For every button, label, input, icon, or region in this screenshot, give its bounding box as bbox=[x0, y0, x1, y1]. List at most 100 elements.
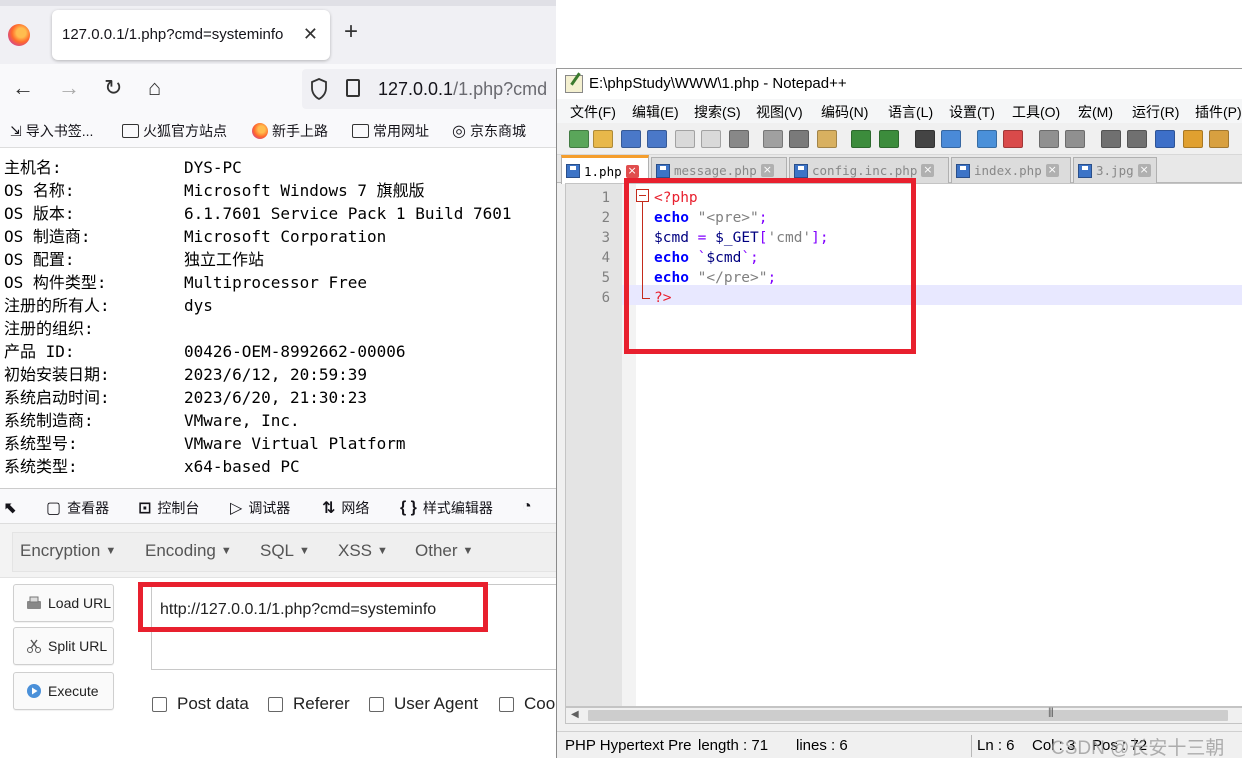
sync-h-icon[interactable] bbox=[1065, 130, 1085, 148]
zoom-in-icon[interactable] bbox=[977, 130, 997, 148]
menu-sql[interactable]: SQL ▼ bbox=[260, 541, 310, 561]
reload-icon[interactable]: ↻ bbox=[104, 76, 122, 100]
bookmark-jd[interactable]: ◎ 京东商城 bbox=[452, 121, 526, 141]
line-number: 5 bbox=[601, 270, 610, 286]
address-text: 127.0.0.1/1.php?cmd bbox=[378, 79, 547, 100]
browser-tab-active[interactable]: 127.0.0.1/1.php?cmd=systeminfo ✕ bbox=[52, 10, 330, 60]
checkbox-label: Referer bbox=[293, 694, 350, 713]
pick-element-icon[interactable]: ⬉ bbox=[4, 498, 17, 518]
sync-v-icon[interactable] bbox=[1039, 130, 1059, 148]
zoom-out-icon[interactable] bbox=[1003, 130, 1023, 148]
paste-icon[interactable] bbox=[817, 130, 837, 148]
shield-icon[interactable] bbox=[310, 78, 328, 100]
npp-menu-item[interactable]: 搜索(S) bbox=[694, 102, 741, 122]
firefox-logo-icon[interactable] bbox=[8, 24, 30, 46]
npp-title: E:\phpStudy\WWW\1.php - Notepad++ bbox=[589, 75, 847, 92]
close-icon[interactable]: × bbox=[625, 164, 639, 178]
npp-menu-item[interactable]: 视图(V) bbox=[756, 102, 803, 122]
sysinfo-key: OS 名称: bbox=[4, 181, 75, 200]
new-file-icon[interactable] bbox=[569, 130, 589, 148]
bookmark-import[interactable]: ⇲ 导入书签... bbox=[10, 121, 93, 141]
save-all-icon[interactable] bbox=[647, 130, 667, 148]
bookmark-getting-started[interactable]: 新手上路 bbox=[252, 121, 328, 141]
bookmark-label: 导入书签... bbox=[25, 123, 94, 139]
scroll-left-icon[interactable]: ◀ bbox=[571, 709, 579, 720]
bookmark-common-sites[interactable]: 常用网址 bbox=[352, 121, 429, 141]
bookmark-firefox-site[interactable]: 火狐官方站点 bbox=[122, 121, 227, 141]
tab-style-editor[interactable]: { } 样式编辑器 bbox=[400, 498, 493, 518]
tab-console[interactable]: ⊡ 控制台 bbox=[138, 498, 199, 518]
sysinfo-value: 6.1.7601 Service Pack 1 Build 7601 bbox=[184, 204, 512, 223]
indent-guide-icon[interactable] bbox=[1155, 130, 1175, 148]
find-icon[interactable] bbox=[915, 130, 935, 148]
post-data-checkbox[interactable]: Post data bbox=[152, 694, 249, 714]
checkbox-box bbox=[268, 696, 283, 712]
npp-menu-item[interactable]: 宏(M) bbox=[1078, 102, 1113, 122]
home-icon[interactable]: ⌂ bbox=[148, 76, 161, 100]
inspector-icon: ▢ bbox=[46, 500, 62, 517]
menu-other[interactable]: Other ▼ bbox=[415, 541, 473, 561]
cut-icon[interactable] bbox=[763, 130, 783, 148]
print-icon[interactable] bbox=[729, 130, 749, 148]
caret-down-icon: ▼ bbox=[377, 545, 388, 557]
caret-down-icon: ▼ bbox=[105, 545, 117, 557]
bookmarks-toolbar: ⇲ 导入书签... 火狐官方站点 新手上路 常用网址 ◎ 京东商城 bbox=[0, 114, 556, 148]
referer-checkbox[interactable]: Referer bbox=[268, 694, 350, 714]
tab-3-jpg[interactable]: 3.jpg × bbox=[1073, 157, 1157, 183]
menu-encoding[interactable]: Encoding ▼ bbox=[145, 541, 232, 561]
show-all-chars-icon[interactable] bbox=[1127, 130, 1147, 148]
split-url-button[interactable]: Split URL bbox=[13, 627, 114, 665]
close-icon[interactable]: × bbox=[760, 164, 774, 177]
npp-menu-item[interactable]: 编码(N) bbox=[821, 102, 868, 122]
function-list-icon[interactable] bbox=[1209, 130, 1229, 148]
npp-menu-item[interactable]: 运行(R) bbox=[1132, 102, 1179, 122]
copy-icon[interactable] bbox=[789, 130, 809, 148]
sysinfo-key: 主机名: bbox=[4, 158, 62, 177]
sysinfo-key: 初始安装日期: bbox=[4, 365, 110, 384]
wrap-icon[interactable] bbox=[1101, 130, 1121, 148]
npp-menu-item[interactable]: 工具(O) bbox=[1012, 102, 1060, 122]
npp-menu-item[interactable]: 语言(L) bbox=[888, 102, 933, 122]
redo-icon[interactable] bbox=[879, 130, 899, 148]
close-all-icon[interactable] bbox=[701, 130, 721, 148]
red-highlight-box bbox=[138, 582, 488, 632]
doc-map-icon[interactable] bbox=[1183, 130, 1203, 148]
page-info-icon[interactable] bbox=[346, 79, 360, 97]
hackbar-menu: Encryption ▼ Encoding ▼ SQL ▼ XSS ▼ Other ▼ bbox=[0, 524, 556, 578]
performance-icon[interactable]: ◔ bbox=[522, 498, 532, 516]
user-agent-checkbox[interactable]: User Agent bbox=[369, 694, 478, 714]
replace-icon[interactable] bbox=[941, 130, 961, 148]
tab-inspector[interactable]: ▢ 查看器 bbox=[46, 498, 109, 518]
tab-index-php[interactable]: index.php × bbox=[951, 157, 1071, 183]
address-bar[interactable]: 127.0.0.1/1.php?cmd bbox=[302, 69, 556, 109]
new-tab-icon[interactable]: + bbox=[344, 20, 358, 44]
forward-icon[interactable]: → bbox=[58, 76, 80, 100]
scrollbar-thumb[interactable] bbox=[588, 710, 1228, 721]
code-editor[interactable]: 123456 <?php echo "<pre>"; $cmd = $_GET[… bbox=[565, 178, 1242, 707]
npp-menu-item[interactable]: 编辑(E) bbox=[632, 102, 679, 122]
cookies-checkbox[interactable]: Coo bbox=[499, 694, 555, 714]
npp-menu-item[interactable]: 文件(F) bbox=[570, 102, 616, 122]
close-icon[interactable]: × bbox=[921, 164, 935, 177]
menu-encryption[interactable]: Encryption ▼ bbox=[20, 541, 116, 561]
menu-xss[interactable]: XSS ▼ bbox=[338, 541, 388, 561]
tab-network[interactable]: ⇅ 网络 bbox=[322, 498, 369, 518]
open-file-icon[interactable] bbox=[593, 130, 613, 148]
firefox-icon bbox=[252, 123, 268, 139]
npp-menu-item[interactable]: 插件(P) bbox=[1195, 102, 1242, 122]
save-icon[interactable] bbox=[621, 130, 641, 148]
close-icon[interactable]: × bbox=[1045, 164, 1059, 177]
close-icon[interactable]: × bbox=[1137, 164, 1151, 177]
close-icon[interactable] bbox=[675, 130, 695, 148]
undo-icon[interactable] bbox=[851, 130, 871, 148]
execute-button[interactable]: Execute bbox=[13, 672, 114, 710]
back-icon[interactable]: ← bbox=[12, 76, 34, 100]
sysinfo-value: dys bbox=[184, 296, 213, 315]
tab-debugger[interactable]: ▷ 调试器 bbox=[230, 498, 290, 518]
tab-strip-top bbox=[0, 0, 556, 6]
load-url-button[interactable]: Load URL bbox=[13, 584, 114, 622]
npp-menu-item[interactable]: 设置(T) bbox=[949, 102, 995, 122]
network-icon: ⇅ bbox=[322, 500, 336, 517]
close-tab-icon[interactable]: ✕ bbox=[303, 24, 318, 45]
horizontal-scrollbar[interactable]: ◀ ||| bbox=[565, 707, 1242, 724]
